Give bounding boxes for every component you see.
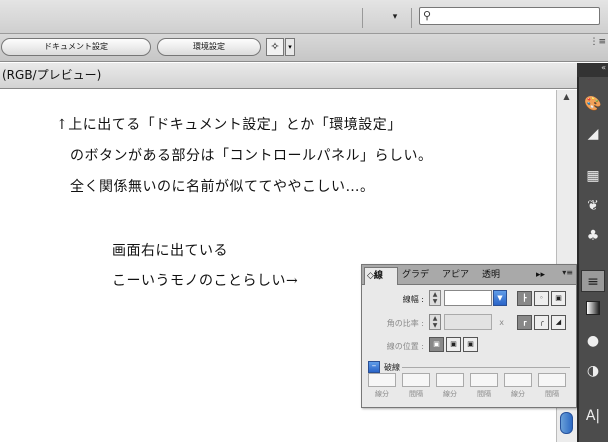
panel-dock: « 🎨 ◢ ▦ ❦ ♣ ≡ ● ◑ A| xyxy=(577,63,608,442)
align-label: 線の位置 : xyxy=(386,342,424,351)
note-line-2: のボタンがある部分は「コントロールパネル」らしい。 xyxy=(70,148,433,164)
document-setup-button[interactable]: ドキュメント設定 xyxy=(1,38,151,56)
document-tab-title[interactable]: (RGB/プレビュー) xyxy=(0,63,577,89)
tab-stroke[interactable]: ◇線 xyxy=(364,267,398,285)
type-icon[interactable]: A| xyxy=(581,405,605,427)
search-icon: ⚲ xyxy=(423,9,432,22)
align-inside-icon[interactable]: ▣ xyxy=(446,337,461,352)
stroke-panel: ◇線 グラデ アピア 透明 ▸▸ ▾≡ 線幅 : ▲ ▼ ▼ ┣ ◦ ▣ 角の比率… xyxy=(361,264,577,408)
gap-label: 間隔 xyxy=(545,390,559,398)
miter-x-label: x xyxy=(499,318,504,327)
weight-dropdown-icon[interactable]: ▼ xyxy=(493,290,507,306)
gap-input-3[interactable] xyxy=(538,373,566,387)
divider xyxy=(362,8,363,28)
application-bar: ▾ ⚲ xyxy=(0,0,608,34)
scroll-up-arrow-icon[interactable]: ▲ xyxy=(559,92,574,104)
brush-icon[interactable]: ❦ xyxy=(581,195,605,217)
join-miter-icon[interactable]: ┏ xyxy=(517,315,532,330)
weight-stepper-icon[interactable]: ▲ ▼ xyxy=(429,290,441,306)
weight-input[interactable] xyxy=(444,290,492,306)
join-bevel-icon[interactable]: ◢ xyxy=(551,315,566,330)
workspace-dropdown[interactable]: ▾ xyxy=(388,12,402,24)
search-input[interactable]: ⚲ xyxy=(419,7,600,25)
gap-label: 間隔 xyxy=(409,390,423,398)
cap-butt-icon[interactable]: ┣ xyxy=(517,291,532,306)
tab-transparency[interactable]: 透明 xyxy=(480,267,508,285)
note-line-5: こーいうモノのことらしい→ xyxy=(112,273,299,289)
symbol-icon[interactable]: ♣ xyxy=(581,225,605,247)
gap-input-1[interactable] xyxy=(402,373,430,387)
dash-label: 線分 xyxy=(443,390,457,398)
note-line-4: 画面右に出ている xyxy=(112,243,228,259)
dash-input-3[interactable] xyxy=(504,373,532,387)
palette-icon[interactable]: 🎨 xyxy=(581,93,605,115)
appearance-icon[interactable]: ● xyxy=(581,330,605,352)
gap-label: 間隔 xyxy=(477,390,491,398)
tool-dropdown-icon[interactable]: ▾ xyxy=(285,38,295,56)
stroke-icon[interactable]: ≡ xyxy=(581,270,605,292)
divider xyxy=(402,367,570,368)
dash-input-2[interactable] xyxy=(436,373,464,387)
join-round-icon[interactable]: ╭ xyxy=(534,315,549,330)
align-center-icon[interactable]: ▣ xyxy=(429,337,444,352)
panel-menu-icon[interactable]: ⋮≡ xyxy=(589,37,606,47)
note-line-3: 全く関係無いのに名前が似ててややこしい…。 xyxy=(70,179,375,195)
miter-label: 角の比率 : xyxy=(386,319,424,328)
panel-menu-icon[interactable]: ▾≡ xyxy=(562,268,573,277)
panel-tab-bar: ◇線 グラデ アピア 透明 ▸▸ ▾≡ xyxy=(362,265,576,285)
cap-round-icon[interactable]: ◦ xyxy=(534,291,549,306)
weight-label: 線幅 : xyxy=(402,295,424,304)
control-panel: ドキュメント設定 環境設定 ✧ ▾ ⋮≡ xyxy=(0,34,608,62)
graphic-style-icon[interactable]: ◑ xyxy=(581,360,605,382)
align-outside-icon[interactable]: ▣ xyxy=(463,337,478,352)
tab-scroll-icon[interactable]: ▸▸ xyxy=(534,267,550,285)
scroll-thumb[interactable] xyxy=(560,412,573,434)
gradient-icon[interactable]: ◢ xyxy=(581,123,605,145)
dock-edge xyxy=(577,63,579,442)
miter-input[interactable] xyxy=(444,314,492,330)
dash-label: 線分 xyxy=(375,390,389,398)
miter-stepper-icon[interactable]: ▲ ▼ xyxy=(429,314,441,330)
preferences-button[interactable]: 環境設定 xyxy=(157,38,261,56)
selection-tool-icon[interactable]: ✧ xyxy=(266,38,284,56)
dashed-checkbox[interactable]: – xyxy=(368,361,380,373)
tab-gradient[interactable]: グラデ xyxy=(400,267,438,285)
tab-appearance[interactable]: アピア xyxy=(440,267,478,285)
dashed-label: 破線 xyxy=(384,363,400,372)
swatch-grid-icon[interactable]: ▦ xyxy=(581,165,605,187)
dash-input-1[interactable] xyxy=(368,373,396,387)
layer-icon[interactable] xyxy=(581,300,605,322)
dock-collapse-icon[interactable]: « xyxy=(577,63,608,77)
note-line-1: ↑上に出てる「ドキュメント設定」とか「環境設定」 xyxy=(56,117,402,133)
dash-label: 線分 xyxy=(511,390,525,398)
divider xyxy=(411,8,412,28)
gap-input-2[interactable] xyxy=(470,373,498,387)
cap-square-icon[interactable]: ▣ xyxy=(551,291,566,306)
